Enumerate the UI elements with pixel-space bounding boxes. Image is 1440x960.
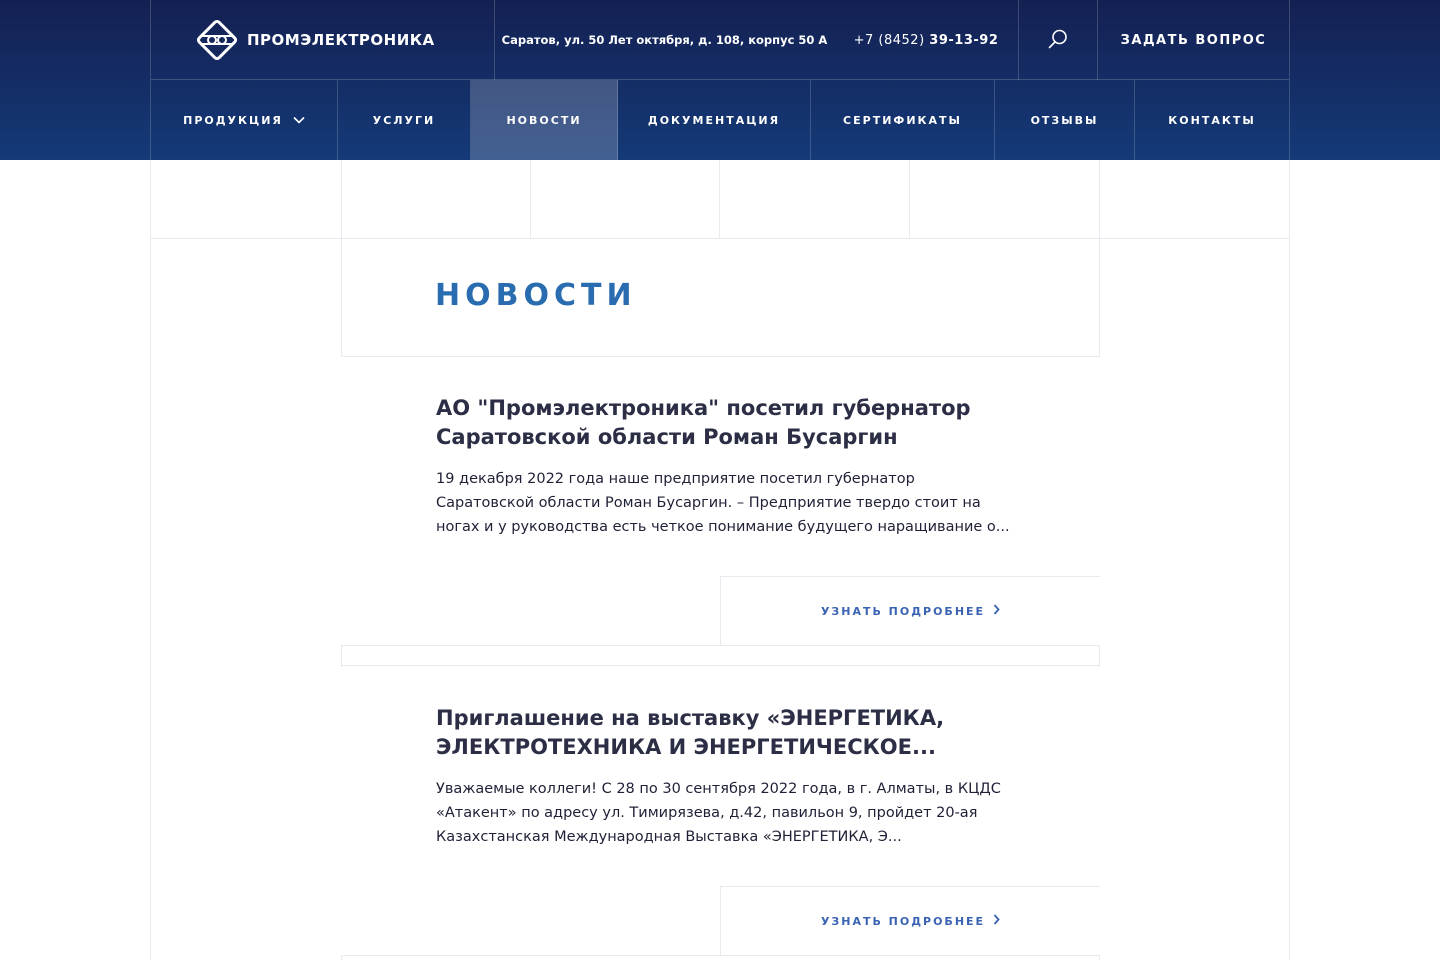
chevron-down-icon — [293, 114, 305, 127]
site-logo[interactable]: ПРОМЭЛЕКТРОНИКА — [151, 0, 494, 80]
grid-line — [530, 160, 531, 238]
grid-line — [150, 160, 151, 960]
news-title[interactable]: АО "Промэлектроника" посетил губернатор … — [436, 394, 996, 452]
news-card: Приглашение на выставку «ЭНЕРГЕТИКА, ЭЛЕ… — [341, 667, 1100, 956]
promelectronica-logo-icon — [195, 18, 239, 62]
nav-item-documentation[interactable]: ДОКУМЕНТАЦИЯ — [618, 80, 811, 160]
nav-item-label: ПРОДУКЦИЯ — [183, 113, 283, 127]
nav-item-reviews[interactable]: ОТЗЫВЫ — [995, 80, 1135, 160]
grid-line — [719, 160, 720, 238]
header-top-row: ПРОМЭЛЕКТРОНИКА Саратов, ул. 50 Лет октя… — [151, 0, 1289, 80]
nav-item-label: ДОКУМЕНТАЦИЯ — [647, 113, 781, 127]
site-header: ПРОМЭЛЕКТРОНИКА Саратов, ул. 50 Лет октя… — [0, 0, 1440, 160]
phone-number: 39-13-92 — [929, 32, 999, 48]
grid-line — [341, 665, 1100, 666]
grid-line — [1289, 160, 1290, 960]
grid-line — [341, 955, 1100, 956]
company-address: Саратов, ул. 50 Лет октября, д. 108, кор… — [494, 0, 834, 80]
grid-line — [150, 238, 1290, 239]
nav-item-certificates[interactable]: СЕРТИФИКАТЫ — [811, 80, 995, 160]
phone-prefix: +7 (8452) — [853, 32, 925, 48]
news-excerpt: 19 декабря 2022 года наше предприятие по… — [436, 471, 1010, 535]
nav-item-label: НОВОСТИ — [506, 113, 582, 127]
grid-line — [341, 645, 1100, 646]
ask-question-button[interactable]: ЗАДАТЬ ВОПРОС — [1097, 0, 1289, 80]
nav-item-label: КОНТАКТЫ — [1168, 113, 1256, 127]
nav-item-products[interactable]: ПРОДУКЦИЯ — [151, 80, 338, 160]
grid-line — [909, 160, 910, 238]
news-card: АО "Промэлектроника" посетил губернатор … — [341, 357, 1100, 646]
phone-link[interactable]: +7 (8452) 39-13-92 — [834, 0, 1018, 80]
news-excerpt: Уважаемые коллеги! С 28 по 30 сентября 2… — [436, 781, 1001, 845]
nav-item-label: ОТЗЫВЫ — [1030, 113, 1099, 127]
search-icon — [1047, 28, 1069, 53]
logo-text: ПРОМЭЛЕКТРОНИКА — [247, 31, 435, 49]
news-title[interactable]: Приглашение на выставку «ЭНЕРГЕТИКА, ЭЛЕ… — [436, 704, 996, 762]
read-more-label: УЗНАТЬ ПОДРОБНЕЕ — [820, 604, 986, 618]
read-more-label: УЗНАТЬ ПОДРОБНЕЕ — [820, 914, 986, 928]
nav-item-news[interactable]: НОВОСТИ — [471, 80, 618, 160]
page-title: НОВОСТИ — [435, 278, 637, 313]
read-more-button[interactable]: УЗНАТЬ ПОДРОБНЕЕ — [720, 886, 1100, 956]
main-nav: ПРОДУКЦИЯ УСЛУГИ НОВОСТИ ДОКУМЕНТАЦИЯ СЕ… — [151, 80, 1289, 160]
header-inner: ПРОМЭЛЕКТРОНИКА Саратов, ул. 50 Лет октя… — [150, 0, 1290, 160]
nav-item-services[interactable]: УСЛУГИ — [338, 80, 471, 160]
read-more-button[interactable]: УЗНАТЬ ПОДРОБНЕЕ — [720, 576, 1100, 646]
chevron-right-icon — [993, 914, 1000, 928]
chevron-right-icon — [993, 604, 1000, 618]
nav-item-label: УСЛУГИ — [372, 113, 436, 127]
search-button[interactable] — [1018, 0, 1097, 80]
nav-item-contacts[interactable]: КОНТАКТЫ — [1135, 80, 1289, 160]
nav-item-label: СЕРТИФИКАТЫ — [843, 113, 962, 127]
